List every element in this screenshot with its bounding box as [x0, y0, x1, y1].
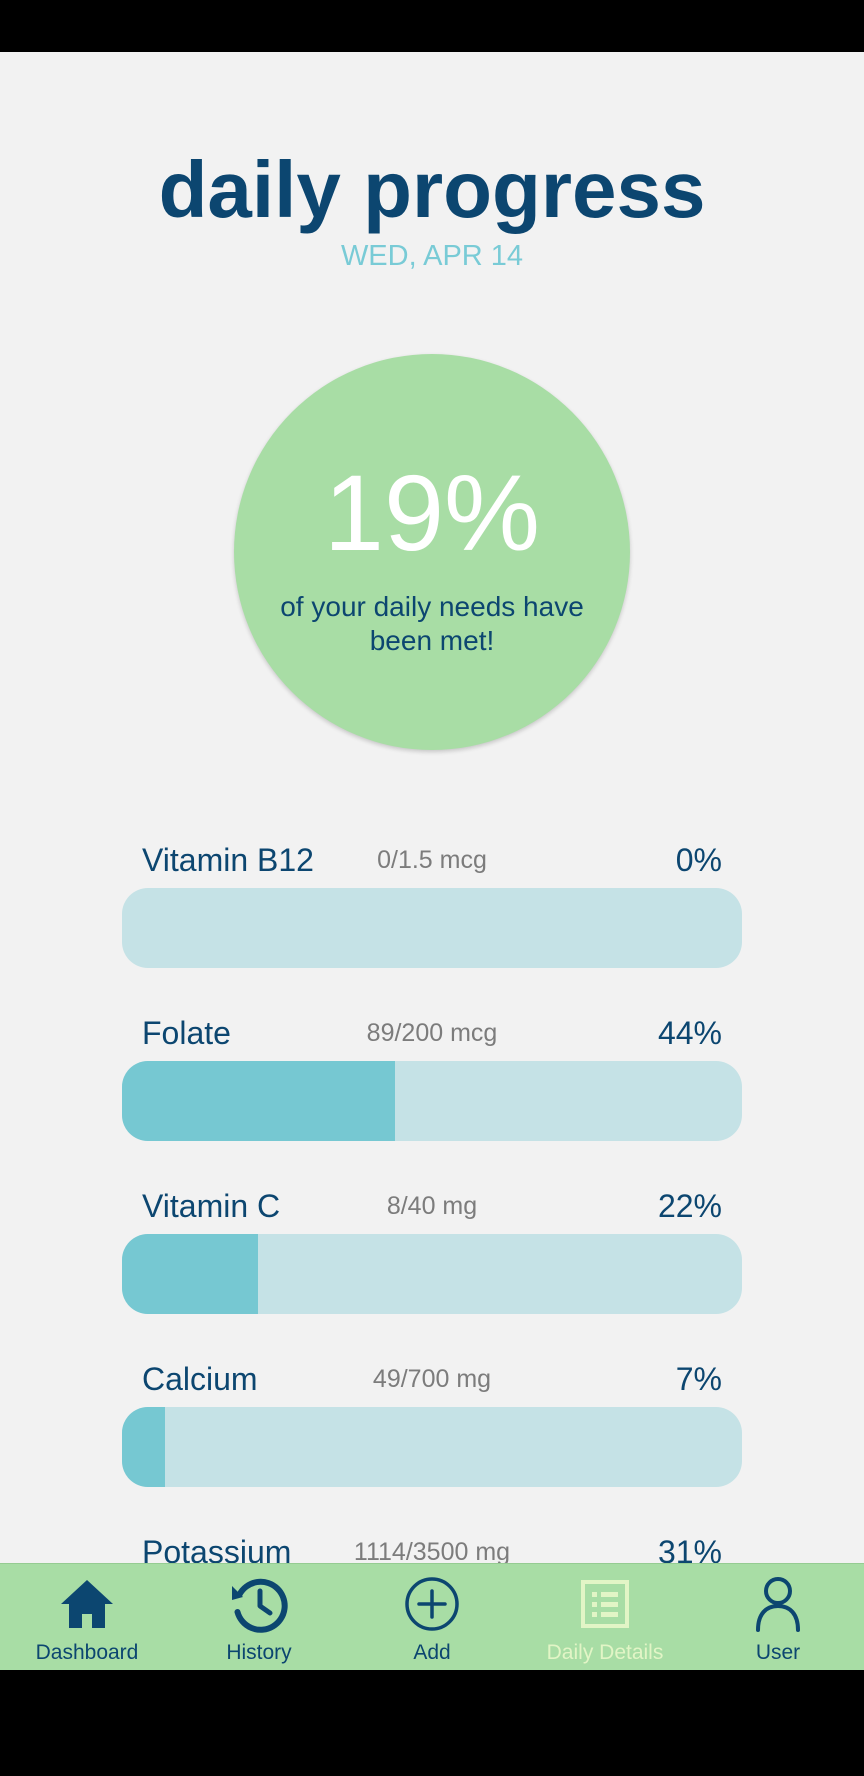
nutrient-amount: 1114/3500 mg — [353, 1538, 511, 1563]
nutrient-row-vitamin-b12: Vitamin B12 0/1.5 mcg 0% — [122, 840, 742, 970]
home-icon — [61, 1580, 113, 1628]
user-icon — [756, 1577, 800, 1632]
nutrient-progress-bar — [122, 1061, 742, 1141]
nutrient-row-vitamin-c: Vitamin C 8/40 mg 22% — [122, 1186, 742, 1316]
nav-item-dashboard[interactable]: Dashboard — [1, 1564, 173, 1671]
nav-item-daily-details[interactable]: Daily Details — [519, 1564, 691, 1671]
status-bar — [0, 0, 864, 52]
history-icon — [232, 1578, 288, 1633]
nutrient-amount: 89/200 mcg — [366, 1019, 498, 1047]
nutrient-amount: 49/700 mg — [372, 1365, 492, 1393]
nutrient-progress-fill — [122, 1061, 395, 1141]
nutrient-row-potassium: Potassium 1114/3500 mg 31% — [122, 1532, 742, 1563]
bottom-nav: Dashboard History Add Daily Details User — [0, 1563, 864, 1670]
nutrient-row-folate: Folate 89/200 mcg 44% — [122, 1013, 742, 1143]
nav-item-add[interactable]: Add — [346, 1564, 518, 1671]
nav-label: Daily Details — [546, 1641, 664, 1664]
daily-progress-screen: daily progress WED, APR 14 19% of your d… — [0, 52, 864, 1563]
nutrient-progress-bar — [122, 1234, 742, 1314]
nutrient-list: Vitamin B12 0/1.5 mcg 0% Folate 89/200 m… — [0, 52, 864, 1563]
nutrient-progress-fill — [122, 1234, 259, 1314]
system-navigation-bar — [0, 1670, 864, 1776]
nav-label: Dashboard — [35, 1641, 139, 1664]
nutrient-percent: 0% — [675, 842, 722, 878]
nutrient-percent: 31% — [657, 1534, 722, 1563]
list-icon — [581, 1580, 629, 1628]
nav-item-history[interactable]: History — [173, 1564, 345, 1671]
nav-label: Add — [413, 1641, 451, 1664]
nutrient-amount: 8/40 mg — [386, 1192, 478, 1220]
nav-label: User — [755, 1641, 801, 1664]
nutrient-row-calcium: Calcium 49/700 mg 7% — [122, 1359, 742, 1489]
nav-label: History — [226, 1641, 292, 1664]
nutrient-progress-fill — [122, 1407, 166, 1487]
nutrient-progress-bar — [122, 1407, 742, 1487]
nutrient-percent: 22% — [657, 1188, 722, 1224]
nutrient-amount: 0/1.5 mcg — [377, 846, 487, 874]
nutrient-progress-bar — [122, 888, 742, 968]
add-circle-icon — [405, 1577, 459, 1631]
nav-item-user[interactable]: User — [692, 1564, 864, 1671]
nutrient-percent: 7% — [675, 1361, 722, 1397]
nutrient-percent: 44% — [657, 1015, 722, 1051]
